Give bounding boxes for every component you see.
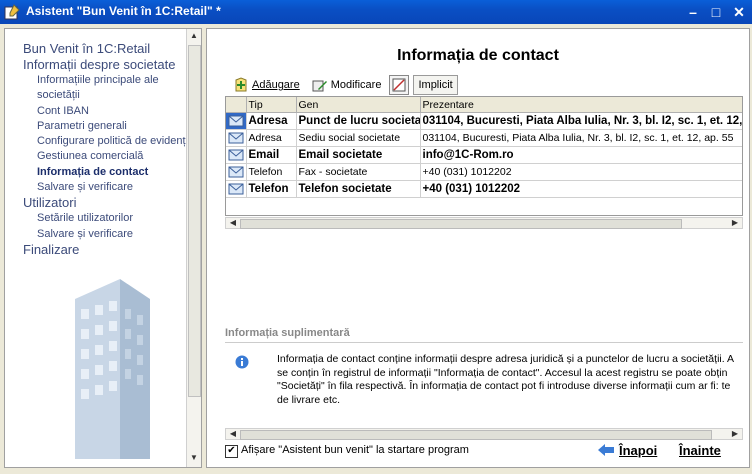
default-button[interactable]: Implicit [413,75,458,95]
maximize-button[interactable]: □ [706,2,726,22]
back-button-label: Înapoi [619,442,658,458]
show-wizard-checkbox-label[interactable]: Afișare "Asistent bun venit" la startare… [241,444,469,456]
wizard-step-item[interactable]: Cont IBAN [23,104,201,119]
wizard-step-section[interactable]: Utilizatori [23,195,201,211]
edit-button-label: Modificare [330,79,382,91]
cell-kind[interactable]: Sediu social societate [296,129,421,147]
row-icon-cell[interactable] [226,163,247,181]
cell-kind[interactable]: Email societate [296,146,421,164]
column-header-presentation[interactable]: Prezentare [420,97,742,113]
cell-type[interactable]: Email [246,146,297,164]
icon-column-header[interactable] [226,97,247,113]
contact-toolbar: Adăugare Modificare Implicit [229,73,462,97]
row-icon-cell[interactable] [226,112,247,130]
scroll-up-icon[interactable]: ▲ [188,31,200,43]
envelope-icon [228,132,244,144]
info-line: se conțin în registrul de informații "In… [277,366,728,379]
navigation-panel: Bun Venit în 1C:Retail Informații despre … [4,28,202,468]
building-illustration [75,279,150,459]
row-icon-cell[interactable] [226,129,247,147]
next-button[interactable]: Înainte [679,439,721,461]
cell-type[interactable]: Adresa [246,112,297,130]
cell-presentation[interactable]: +40 (031) 1012202 [420,180,742,198]
scroll-left-icon[interactable]: ◀ [227,429,239,439]
additional-info-header: Informația suplimentară [225,327,350,339]
scroll-thumb[interactable] [188,45,201,397]
cell-presentation[interactable]: 031104, Bucuresti, Piata Alba Iulia, Nr.… [420,112,742,130]
diagonal-line-icon [392,78,406,92]
add-button-label: Adăugare [252,79,300,91]
wizard-step-section[interactable]: Informații despre societate [23,57,201,73]
cell-type[interactable]: Telefon [246,180,297,198]
wizard-step-item[interactable]: Informațiile principale ale societății [23,73,201,104]
table-row[interactable]: Adresa Sediu social societate 031104, Bucu… [226,129,742,147]
wizard-step-item[interactable]: Salvare și verificare [23,180,201,195]
content-panel: Informația de contact Adăugare Modificar… [206,28,750,468]
wizard-frame: Bun Venit în 1C:Retail Informații despre … [0,24,752,474]
add-button[interactable]: Adăugare [229,74,304,96]
minimize-button[interactable]: – [683,2,703,22]
row-icon-cell[interactable] [226,180,247,198]
additional-info-box: Informația de contact conține informații… [225,347,743,427]
table-header-row: Tip Gen Prezentare [226,97,742,113]
scroll-thumb[interactable] [240,219,682,229]
cell-type[interactable]: Telefon [246,163,297,181]
column-header-kind[interactable]: Gen [296,97,421,113]
show-wizard-checkbox[interactable]: ✔ [225,445,238,458]
cell-type[interactable]: Adresa [246,129,297,147]
title-bar: Asistent "Bun Venit în 1C:Retail" * – □ … [0,0,752,24]
cell-kind[interactable]: Telefon societate [296,180,421,198]
next-button-label: Înainte [679,442,721,458]
info-line: Informația de contact conține informații… [277,353,734,365]
additional-info-text: Informația de contact conține informații… [277,353,743,407]
default-button-label: Implicit [418,79,453,91]
table-horizontal-scrollbar[interactable]: ◀ ▶ [225,217,743,229]
scroll-right-icon[interactable]: ▶ [729,218,741,228]
edit-icon [312,80,327,92]
row-icon-cell[interactable] [226,146,247,164]
back-button[interactable]: Înapoi [597,439,657,461]
cell-kind[interactable]: Fax - societate [296,163,421,181]
wizard-step-item[interactable]: Salvare și verificare [23,227,201,242]
cell-kind[interactable]: Punct de lucru societate [296,112,421,130]
window-title: Asistent "Bun Venit în 1C:Retail" * [26,4,221,18]
wizard-steps-list: Bun Venit în 1C:Retail Informații despre … [23,41,201,258]
table-row[interactable]: Email Email societate info@1C-Rom.ro [226,146,742,164]
info-line: "Societăți" în fila respectivă. În infor… [277,380,731,393]
wizard-step-item[interactable]: Setările utilizatorilor [23,211,201,226]
wizard-step-section[interactable]: Finalizare [23,242,201,258]
wizard-step-item[interactable]: Parametri generali [23,119,201,134]
table-row[interactable]: Telefon Telefon societate +40 (031) 101220… [226,180,742,198]
wizard-app-icon [4,4,20,20]
info-icon [235,355,249,369]
cell-presentation[interactable]: info@1C-Rom.ro [420,146,742,164]
nav-vertical-scrollbar[interactable]: ▲ ▼ [186,29,201,467]
scroll-down-icon[interactable]: ▼ [188,453,200,465]
cell-presentation[interactable]: 031104, Bucuresti, Piata Alba Iulia, Nr.… [420,129,742,147]
info-line: de livrare etc. [277,393,341,406]
arrow-left-icon [598,444,614,456]
wizard-footer: ✔ Afișare "Asistent bun venit" la starta… [225,439,743,463]
envelope-icon [228,149,244,161]
envelope-icon [228,166,244,178]
scroll-right-icon[interactable]: ▶ [729,429,741,439]
contact-table: Tip Gen Prezentare Adresa Punct de lucru … [225,96,743,216]
wizard-step-item[interactable]: Informația de contact [23,165,201,180]
divider [225,342,743,343]
cell-presentation[interactable]: +40 (031) 1012202 [420,163,742,181]
column-header-type[interactable]: Tip [246,97,297,113]
table-row[interactable]: Telefon Fax - societate +40 (031) 1012202 [226,163,742,181]
diagonal-tool-button[interactable] [389,75,410,95]
table-row[interactable]: Adresa Punct de lucru societate 031104, Bu… [226,112,742,130]
envelope-icon [228,183,244,195]
scroll-left-icon[interactable]: ◀ [227,218,239,228]
envelope-icon [228,115,244,127]
close-button[interactable]: ✕ [729,2,749,22]
page-title: Informația de contact [397,47,559,64]
edit-button[interactable]: Modificare [308,74,386,96]
wizard-step-item[interactable]: Configurare politică de evidență [23,134,201,149]
wizard-step-item[interactable]: Gestiunea comercială [23,149,201,164]
add-icon [235,77,247,92]
wizard-step-section[interactable]: Bun Venit în 1C:Retail [23,41,201,57]
